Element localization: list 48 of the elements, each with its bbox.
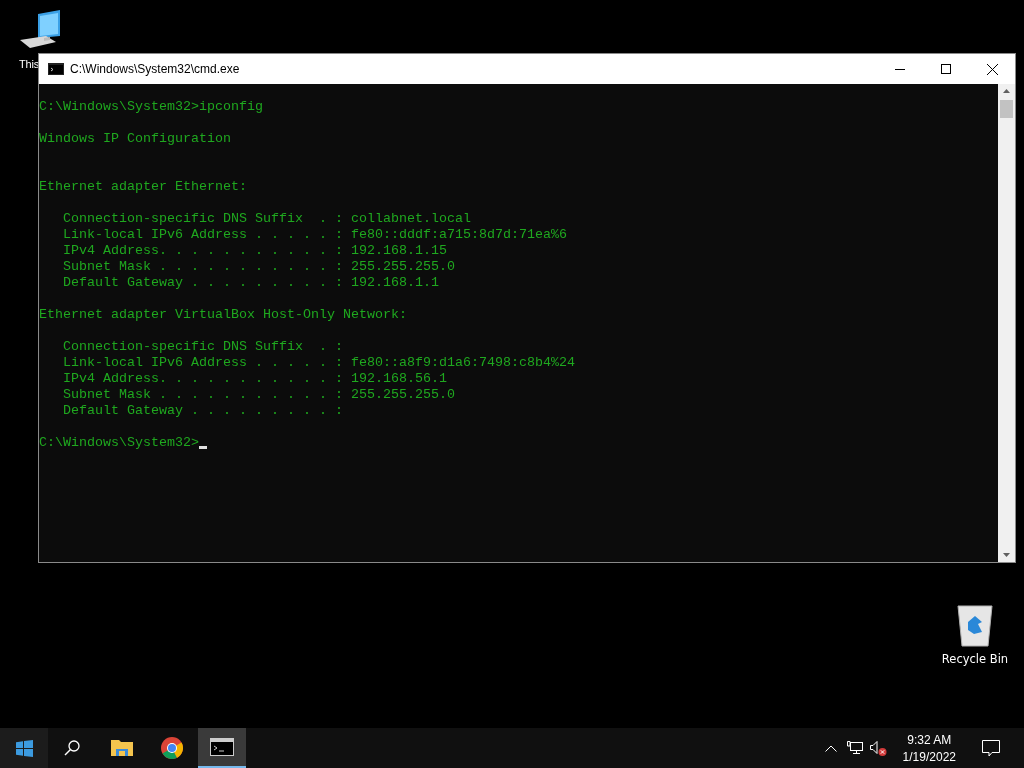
browser-icon xyxy=(161,737,183,759)
speech-bubble-icon xyxy=(982,739,1000,757)
maximize-icon xyxy=(941,64,951,74)
console-icon xyxy=(48,63,64,75)
folder-icon xyxy=(111,739,133,757)
start-button[interactable] xyxy=(0,728,48,768)
desktop-icon-label[interactable]: This xyxy=(19,58,39,70)
entry-value: fe80::dddf:a715:8d7d:71ea%6 xyxy=(350,227,567,243)
entry-value: 192.168.1.15 xyxy=(350,243,447,259)
entry-value: collabnet.local xyxy=(350,211,471,227)
recycle-bin-icon[interactable] xyxy=(956,602,994,648)
entry-label: Default Gateway . . . . . . . . . : xyxy=(63,275,343,291)
minimize-icon xyxy=(895,68,905,70)
clock[interactable]: 9:32 AM 1/19/2022 xyxy=(894,728,964,768)
console-prompt: C:\Windows\System32> xyxy=(39,435,199,451)
chevron-up-icon xyxy=(824,744,837,752)
entry-label: IPv4 Address. . . . . . . . . . . : xyxy=(63,243,343,259)
entry-value: fe80::a8f9:d1a6:7498:c8b4%24 xyxy=(350,355,575,371)
entry-label: Link-local IPv6 Address . . . . . : xyxy=(63,227,343,243)
desktop-icon-label[interactable]: Recycle Bin xyxy=(941,652,1009,666)
entry-label: Connection-specific DNS Suffix . : xyxy=(63,211,343,227)
scroll-thumb[interactable] xyxy=(1000,100,1013,118)
entry-label: IPv4 Address. . . . . . . . . . . : xyxy=(63,371,343,387)
scrollbar[interactable] xyxy=(998,84,1015,562)
console-line: Ethernet adapter VirtualBox Host-Only Network: xyxy=(39,307,408,323)
console-icon xyxy=(210,738,234,756)
entry-label: Link-local IPv6 Address . . . . . : xyxy=(63,355,343,371)
muted-speaker-icon xyxy=(869,740,888,756)
clock-time: 9:32 AM xyxy=(907,732,952,747)
windows-logo-icon xyxy=(15,739,33,757)
console-line: Ethernet adapter Ethernet: xyxy=(39,179,248,195)
taskbar-app-button[interactable] xyxy=(198,728,246,768)
entry-label: Default Gateway . . . . . . . . . : xyxy=(63,403,343,419)
entry-label: Subnet Mask . . . . . . . . . . . : xyxy=(63,387,343,403)
entry-label: Subnet Mask . . . . . . . . . . . : xyxy=(63,259,343,275)
entry-value: 192.168.1.1 xyxy=(350,275,439,291)
console-line: Windows IP Configuration xyxy=(39,131,232,147)
close-icon xyxy=(986,63,998,75)
entry-value: 255.255.255.0 xyxy=(350,259,455,275)
console-line: C:\Windows\System32>ipconfig xyxy=(39,99,264,115)
text-cursor xyxy=(198,446,207,449)
window-title: C:\Windows\System32\cmd.exe xyxy=(70,62,240,76)
entry-value: 255.255.255.0 xyxy=(350,387,455,403)
search-icon xyxy=(64,740,80,756)
entry-value: 192.168.56.1 xyxy=(350,371,447,387)
entry-label: Connection-specific DNS Suffix . : xyxy=(63,339,343,355)
network-icon xyxy=(846,741,863,755)
clock-date: 1/19/2022 xyxy=(902,749,956,764)
